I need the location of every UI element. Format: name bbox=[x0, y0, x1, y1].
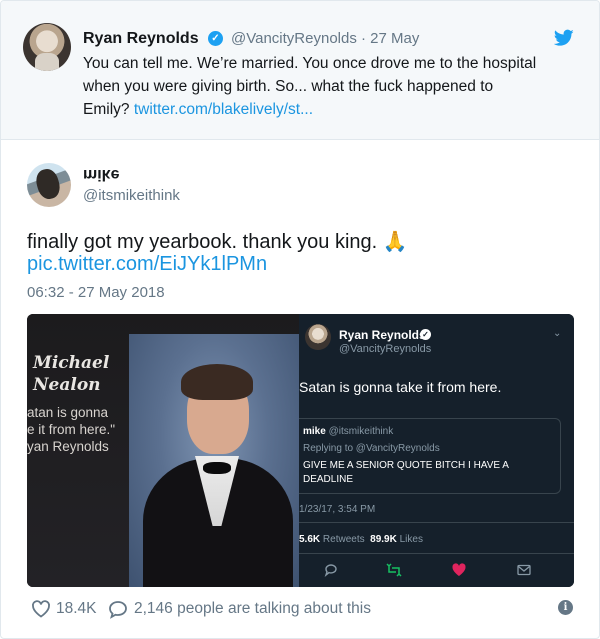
parent-author-name[interactable]: Ryan Reynolds bbox=[83, 30, 199, 48]
avatar bbox=[305, 324, 331, 350]
like-label: Likes bbox=[399, 534, 423, 545]
parent-tweet-text: You can tell me. We’re married. You once… bbox=[83, 52, 583, 121]
divider bbox=[299, 553, 574, 554]
avatar[interactable] bbox=[23, 23, 71, 71]
tweet-timestamp[interactable]: 06:32 - 27 May 2018 bbox=[27, 284, 165, 301]
yearbook-name-line: Nealon bbox=[33, 375, 101, 395]
quoted-author-name: mike bbox=[303, 426, 326, 437]
like-count: 89.9K bbox=[370, 534, 397, 545]
portrait-hair bbox=[181, 364, 253, 400]
parent-text-line: when you were giving birth. So... what t… bbox=[83, 78, 494, 95]
screenshot-author-handle: @VancityReynolds bbox=[339, 343, 432, 355]
screenshot-date: 1/23/17, 3:54 PM bbox=[299, 504, 376, 515]
yearbook-quote-line: yan Reynolds bbox=[27, 439, 109, 454]
yearbook-name-line: Michael bbox=[33, 353, 110, 373]
parent-text-fragment: Emily? bbox=[83, 101, 134, 118]
author-name[interactable]: mike bbox=[83, 165, 119, 183]
comment-icon[interactable] bbox=[108, 599, 128, 619]
yearbook-quote-line: e it from here." bbox=[27, 422, 116, 437]
retweet-label: Retweets bbox=[322, 534, 365, 545]
screenshot-quoted-tweet: mike @itsmikeithink Replying to @Vancity… bbox=[299, 418, 561, 494]
chevron-down-icon: ⌄ bbox=[553, 328, 562, 339]
screenshot-action-bar bbox=[299, 558, 574, 582]
screenshot-tweet-text: Satan is gonna take it from here. bbox=[299, 379, 502, 395]
heart-icon bbox=[452, 563, 466, 576]
author-handle[interactable]: @itsmikeithink bbox=[83, 187, 180, 204]
yearbook-senior-quote: atan is gonna e it from here." yan Reyno… bbox=[27, 404, 115, 455]
portrait-bowtie bbox=[203, 462, 231, 474]
heart-icon[interactable] bbox=[31, 599, 51, 619]
yearbook-photo: Michael Nealon atan is gonna e it from h… bbox=[27, 314, 299, 587]
avatar[interactable] bbox=[27, 163, 71, 207]
retweet-icon bbox=[386, 563, 402, 577]
retweet-count: 5.6K bbox=[299, 534, 321, 545]
parent-text-line: You can tell me. We’re married. You once… bbox=[83, 55, 537, 72]
tweet-text: finally got my yearbook. thank you king.… bbox=[27, 231, 408, 253]
divider bbox=[299, 522, 574, 523]
parent-author-handle-date[interactable]: @VancityReynolds · 27 May bbox=[231, 30, 419, 47]
quoted-author-handle: @itsmikeithink bbox=[328, 426, 394, 437]
info-icon[interactable]: i bbox=[558, 600, 573, 615]
yearbook-student-name: Michael Nealon bbox=[33, 352, 109, 396]
verified-badge-icon: ✓ bbox=[208, 31, 223, 46]
mail-icon bbox=[517, 564, 531, 576]
screenshot-stats: 5.6K Retweets 89.9K Likes bbox=[299, 534, 423, 545]
tweet-media-link[interactable]: pic.twitter.com/EiJYk1lPMn bbox=[27, 253, 267, 276]
yearbook-portrait bbox=[129, 334, 299, 587]
screenshot-author-name: Ryan Reynolds bbox=[339, 328, 426, 342]
tweet-screenshot: Ryan Reynolds ✓ @VancityReynolds ⌄ Satan… bbox=[299, 314, 574, 587]
twitter-bird-icon[interactable] bbox=[554, 29, 574, 47]
quoted-reply-context: Replying to @VancityReynolds bbox=[303, 443, 440, 454]
yearbook-quote-line: atan is gonna bbox=[27, 405, 109, 420]
reply-icon bbox=[324, 564, 337, 577]
conversation-link[interactable]: 2,146 people are talking about this bbox=[134, 600, 371, 618]
parent-text-line: Emily? twitter.com/blakelively/st... bbox=[83, 98, 583, 121]
parent-tweet-link[interactable]: twitter.com/blakelively/st... bbox=[134, 101, 313, 118]
verified-badge-icon: ✓ bbox=[420, 329, 431, 340]
tweet-media-image[interactable]: Michael Nealon atan is gonna e it from h… bbox=[27, 314, 574, 587]
quoted-author: mike @itsmikeithink bbox=[303, 426, 393, 437]
quoted-tweet-text: GIVE ME A SENIOR QUOTE BITCH I HAVE A DE… bbox=[303, 460, 509, 485]
parent-tweet[interactable]: Ryan Reynolds ✓ @VancityReynolds · 27 Ma… bbox=[1, 1, 599, 140]
like-count[interactable]: 18.4K bbox=[56, 600, 97, 618]
embedded-tweet-card: Ryan Reynolds ✓ @VancityReynolds · 27 Ma… bbox=[0, 0, 600, 639]
